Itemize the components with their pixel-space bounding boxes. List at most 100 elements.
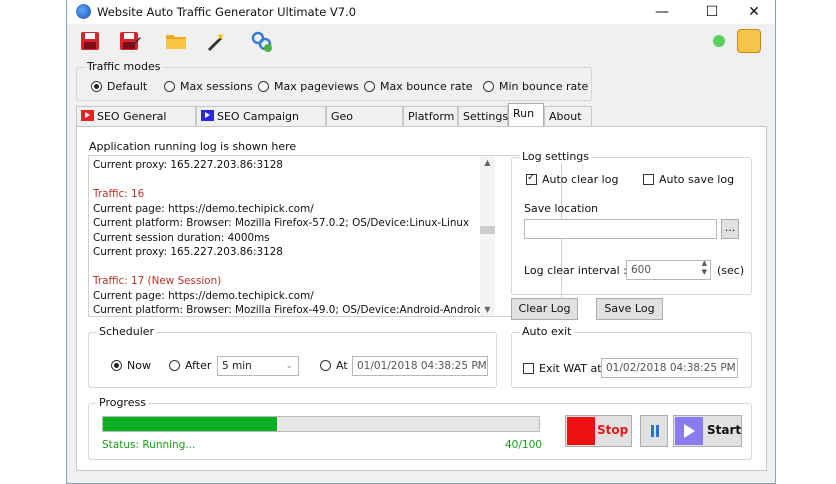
log-line: Current page: https://demo.techipick.com… <box>93 202 314 215</box>
radio-icon <box>258 81 269 92</box>
radio-icon <box>320 360 331 371</box>
log-line: Current proxy: 165.227.203.86:3128 <box>93 246 283 258</box>
title-bar: Website Auto Traffic Generator Ultimate … <box>67 0 775 24</box>
link-settings-icon <box>251 31 272 52</box>
stop-button[interactable]: Stop <box>565 415 632 447</box>
toolbar <box>67 24 775 58</box>
interval-unit: (sec) <box>717 264 745 277</box>
stepper-arrows-icon[interactable]: ▲ ▼ <box>702 259 707 277</box>
save-location-input[interactable] <box>524 219 717 239</box>
radio-icon <box>483 81 494 92</box>
save-location-label: Save location <box>524 202 599 215</box>
tab-seo-campaign-traffic[interactable]: SEO Campaign Traffic <box>196 106 326 142</box>
mode-max-sessions[interactable]: Max sessions <box>164 80 253 93</box>
window-title: Website Auto Traffic Generator Ultimate … <box>97 5 357 19</box>
exit-datetime-picker[interactable]: 01/02/2018 04:38:25 PM ⌄ <box>601 358 738 378</box>
radio-selected-icon <box>111 360 122 371</box>
scroll-down-icon[interactable]: ▼ <box>480 305 495 314</box>
log-line: Current session duration: 4000ms <box>93 231 270 244</box>
magic-wand-icon <box>208 31 224 51</box>
maximize-button[interactable]: ☐ <box>697 2 727 22</box>
save-as-icon <box>120 31 141 50</box>
log-line: Traffic: 16 <box>93 188 145 200</box>
tab-seo-general-traffic[interactable]: SEO General Traffic <box>76 106 196 142</box>
status-indicator-icon <box>713 35 725 47</box>
auto-save-checkbox[interactable]: Auto save log <box>643 173 734 186</box>
log-box[interactable]: Current proxy: 165.227.203.86:3128 Traff… <box>88 155 562 317</box>
tab-geo-location[interactable]: Geo Location <box>326 106 403 142</box>
log-settings-label: Log settings <box>520 150 592 163</box>
save-log-button[interactable]: Save Log <box>596 298 663 320</box>
clear-log-button[interactable]: Clear Log <box>511 298 578 320</box>
scroll-up-icon[interactable]: ▲ <box>480 158 495 167</box>
mode-min-bounce-rate[interactable]: Min bounce rate <box>483 80 588 93</box>
mode-max-pageviews[interactable]: Max pageviews <box>258 80 359 93</box>
log-heading: Application running log is shown here <box>89 140 297 153</box>
after-select[interactable]: 5 min ⌄ <box>217 356 299 376</box>
checkbox-icon <box>523 363 534 374</box>
progress-bar <box>102 416 540 432</box>
scheduler-group: Scheduler Now After 5 min ⌄ At 01/01/2018… <box>88 325 497 388</box>
radio-icon <box>164 81 175 92</box>
auto-exit-group: Auto exit Exit WAT at 01/02/2018 04:38:2… <box>511 325 752 388</box>
browse-button[interactable]: ... <box>721 219 739 239</box>
pause-icon <box>651 425 654 437</box>
log-line: Current proxy: 165.227.203.86:3128 <box>93 159 283 171</box>
open-folder-icon <box>166 34 186 49</box>
save-icon <box>81 31 99 50</box>
open-button[interactable] <box>161 27 191 54</box>
log-line: Current page: https://demo.techipick.com… <box>93 289 314 302</box>
interval-stepper[interactable]: 600 ▲ ▼ <box>626 259 711 280</box>
save-button[interactable] <box>75 27 105 54</box>
scheduler-label: Scheduler <box>97 325 157 338</box>
tab-platform[interactable]: Platform <box>403 106 458 126</box>
links-button[interactable] <box>247 27 277 54</box>
minimize-button[interactable]: — <box>647 2 677 22</box>
status-text: Status: Running... <box>102 439 196 451</box>
pause-button[interactable] <box>640 415 668 447</box>
play-icon <box>201 110 214 121</box>
start-button[interactable]: Start <box>673 415 742 447</box>
radio-icon <box>169 360 180 371</box>
progress-fill <box>103 417 278 431</box>
log-settings-group: Log settings Auto clear log Auto save lo… <box>511 150 752 295</box>
wizard-button[interactable] <box>201 27 231 54</box>
close-button[interactable]: ✕ <box>739 2 769 22</box>
log-line: Current platform: Browser: Mozilla Firef… <box>93 304 484 316</box>
tab-settings[interactable]: Settings <box>458 106 508 126</box>
tab-about[interactable]: About <box>544 106 592 126</box>
traffic-modes-group: Traffic modes Default Max sessions Max p… <box>76 60 592 101</box>
start-play-icon <box>675 417 703 445</box>
radio-icon <box>364 81 375 92</box>
scheduler-at-radio[interactable]: At <box>320 359 348 372</box>
scheduler-now-radio[interactable]: Now <box>111 359 151 372</box>
exit-wat-checkbox[interactable]: Exit WAT at <box>523 362 602 375</box>
chevron-down-icon: ⌄ <box>285 361 293 371</box>
mode-default[interactable]: Default <box>91 80 147 93</box>
interval-label: Log clear interval : <box>524 264 627 277</box>
save-as-button[interactable] <box>115 27 145 54</box>
at-datetime-picker[interactable]: 01/01/2018 04:38:25 PM ⌄ <box>352 356 488 376</box>
auto-clear-checkbox[interactable]: Auto clear log <box>526 172 618 186</box>
stop-square-icon <box>567 417 595 445</box>
log-line: Traffic: 17 (New Session) <box>93 275 222 287</box>
youtube-icon <box>81 110 94 121</box>
app-globe-icon <box>76 4 91 19</box>
chevron-down-icon: ⌄ <box>724 363 732 373</box>
log-scrollbar[interactable]: ▲ ▼ <box>480 156 495 316</box>
chevron-down-icon: ⌄ <box>474 361 482 371</box>
log-text: Current proxy: 165.227.203.86:3128 Traff… <box>93 158 484 318</box>
auto-exit-label: Auto exit <box>520 325 574 338</box>
radio-selected-icon <box>91 81 102 92</box>
tab-run[interactable]: Run <box>508 103 544 126</box>
progress-count: 40/100 <box>505 439 542 451</box>
scroll-thumb[interactable] <box>480 226 495 234</box>
checkbox-icon <box>643 174 654 185</box>
scheduler-after-radio[interactable]: After <box>169 359 211 372</box>
traffic-modes-label: Traffic modes <box>85 60 163 73</box>
log-line: Current platform: Browser: Mozilla Firef… <box>93 217 470 229</box>
progress-label: Progress <box>97 396 148 409</box>
mode-max-bounce-rate[interactable]: Max bounce rate <box>364 80 473 93</box>
